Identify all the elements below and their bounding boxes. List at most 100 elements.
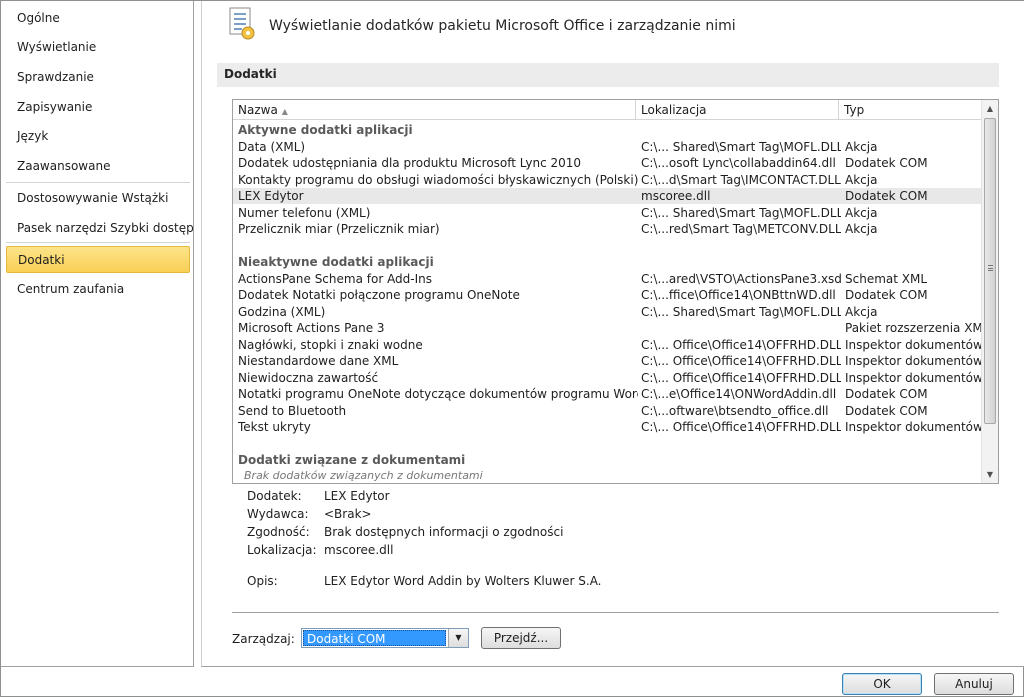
addin-type: Akcja — [845, 304, 878, 319]
detail-addin-value: LEX Edytor — [324, 489, 390, 503]
scroll-up-icon[interactable]: ▲ — [982, 100, 998, 117]
table-row[interactable]: Tekst ukryty C:\... Office\Office14\OFFR… — [233, 419, 981, 435]
nav-item-language[interactable]: Język — [6, 123, 190, 149]
addin-name: Dodatek udostępniania dla produktu Micro… — [238, 156, 582, 170]
detail-compat-value: Brak dostępnych informacji o zgodności — [324, 525, 564, 539]
addins-list[interactable]: Nazwa ▲ Lokalizacja Typ Aktywne dodatki a… — [232, 99, 999, 484]
nav-item-advanced[interactable]: Zaawansowane — [6, 153, 190, 179]
addin-name: Tekst ukryty — [238, 420, 311, 434]
empty-document-addins-note: Brak dodatków związanych z dokumentami — [244, 469, 483, 482]
addin-location: C:\...ffice\Office14\ONBttnWD.dll — [641, 288, 836, 302]
addin-location: C:\... Office\Office14\OFFRHD.DLL — [641, 420, 841, 434]
nav-item-quick-access-toolbar[interactable]: Pasek narzędzi Szybki dostęp — [6, 215, 194, 241]
nav-item-display[interactable]: Wyświetlanie — [6, 34, 190, 60]
table-row[interactable]: Niestandardowe dane XML C:\... Office\Of… — [233, 353, 981, 369]
group-active-addins: Aktywne dodatki aplikacji — [238, 123, 413, 137]
nav-item-customize-ribbon[interactable]: Dostosowywanie Wstążki — [6, 185, 190, 211]
addin-name: Send to Bluetooth — [238, 403, 347, 418]
detail-location-label: Lokalizacja: — [247, 543, 317, 557]
addin-location: C:\...e\Office14\ONWordAddin.dll — [641, 387, 837, 401]
table-row[interactable]: Godzina (XML) C:\... Shared\Smart Tag\MO… — [233, 304, 981, 320]
addin-type: Inspektor dokumentów — [845, 370, 981, 385]
addin-type: Pakiet rozszerzenia XML — [845, 321, 985, 335]
column-header-location[interactable]: Lokalizacja — [636, 100, 839, 120]
scrollbar-thumb[interactable] — [984, 118, 996, 424]
addin-location: C:\...red\Smart Tag\METCONV.DLL — [641, 222, 841, 236]
page-title: Wyświetlanie dodatków pakietu Microsoft … — [269, 18, 736, 34]
options-nav: Ogólne Wyświetlanie Sprawdzanie Zapisywa… — [1, 1, 194, 667]
table-row[interactable]: Dodatek Notatki połączone programu OneNo… — [233, 287, 981, 303]
addin-type: Akcja — [845, 205, 878, 220]
nav-item-trust-center[interactable]: Centrum zaufania — [6, 276, 190, 302]
addin-type: Dodatek COM — [845, 189, 928, 203]
list-scrollbar[interactable]: ▲ ▼ — [981, 100, 998, 483]
go-button[interactable]: Przejdź... — [481, 627, 561, 649]
table-row[interactable]: Notatki programu OneNote dotyczące dokum… — [233, 386, 981, 402]
addin-name: ActionsPane Schema for Add-Ins — [238, 271, 433, 286]
nav-divider — [6, 182, 190, 183]
manage-dropdown[interactable]: Dodatki COM ▼ — [301, 628, 469, 648]
addin-name: Przelicznik miar (Przelicznik miar) — [238, 222, 440, 236]
addin-type: Dodatek COM — [845, 288, 928, 302]
list-header: Nazwa ▲ Lokalizacja Typ — [233, 100, 981, 120]
table-row[interactable]: Microsoft Actions Pane 3 Pakiet rozszerz… — [233, 320, 985, 336]
table-row[interactable]: Kontakty programu do obsługi wiadomości … — [233, 172, 981, 188]
addin-type: Schemat XML — [845, 271, 928, 286]
addin-location: C:\... Shared\Smart Tag\MOFL.DLL — [641, 304, 841, 319]
detail-description-value: LEX Edytor Word Addin by Wolters Kluwer … — [324, 574, 602, 588]
addins-pane: Wyświetlanie dodatków pakietu Microsoft … — [201, 1, 1024, 667]
table-row[interactable]: Dodatek udostępniania dla produktu Micro… — [233, 155, 981, 171]
table-row[interactable]: Data (XML) C:\... Shared\Smart Tag\MOFL.… — [233, 139, 981, 155]
divider — [232, 612, 999, 613]
table-row-selected[interactable]: LEX Edytor mscoree.dll Dodatek COM — [233, 188, 981, 205]
addin-name: Niewidoczna zawartość — [238, 370, 379, 385]
addin-type: Akcja — [845, 139, 878, 154]
chevron-down-icon[interactable]: ▼ — [448, 629, 468, 647]
addin-name: Dodatek Notatki połączone programu OneNo… — [238, 288, 520, 302]
column-header-name-label: Nazwa — [238, 103, 278, 117]
addin-type: Akcja — [845, 172, 878, 187]
table-row[interactable]: Numer telefonu (XML) C:\... Shared\Smart… — [233, 205, 981, 221]
column-header-name[interactable]: Nazwa ▲ — [233, 100, 636, 120]
addin-location: C:\...ared\VSTO\ActionsPane3.xsd — [641, 271, 841, 286]
addin-location: C:\...oftware\btsendto_office.dll — [641, 403, 829, 418]
addin-name: Data (XML) — [238, 139, 306, 154]
table-row[interactable]: Niewidoczna zawartość C:\... Office\Offi… — [233, 370, 981, 386]
scroll-down-icon[interactable]: ▼ — [982, 466, 998, 483]
addin-type: Inspektor dokumentów — [845, 420, 981, 434]
cancel-button[interactable]: Anuluj — [934, 673, 1014, 695]
nav-item-general[interactable]: Ogólne — [6, 5, 190, 31]
grip-icon — [988, 265, 993, 271]
addin-location: mscoree.dll — [641, 189, 711, 203]
addin-location: C:\... Office\Office14\OFFRHD.DLL — [641, 337, 841, 352]
group-document-addins: Dodatki związane z dokumentami — [238, 453, 466, 467]
addin-location: C:\...d\Smart Tag\IMCONTACT.DLL — [641, 172, 841, 187]
detail-addin-label: Dodatek: — [247, 489, 302, 503]
table-row[interactable]: Send to Bluetooth C:\...oftware\btsendto… — [233, 403, 981, 419]
nav-item-addins[interactable]: Dodatki — [6, 246, 190, 273]
detail-compat-label: Zgodność: — [247, 525, 310, 539]
addin-type: Inspektor dokumentów — [845, 354, 981, 368]
table-row[interactable]: ActionsPane Schema for Add-Ins C:\...are… — [233, 271, 981, 287]
table-row[interactable]: Przelicznik miar (Przelicznik miar) C:\.… — [233, 221, 981, 237]
addin-type: Dodatek COM — [845, 387, 928, 401]
addin-type: Dodatek COM — [845, 403, 928, 418]
addin-location: C:\... Office\Office14\OFFRHD.DLL — [641, 370, 841, 385]
addin-name: Niestandardowe dane XML — [238, 354, 399, 368]
addin-name: Notatki programu OneNote dotyczące dokum… — [238, 387, 638, 401]
addin-name: Godzina (XML) — [238, 304, 326, 319]
addin-type: Dodatek COM — [845, 156, 928, 170]
nav-item-save[interactable]: Zapisywanie — [6, 94, 190, 120]
nav-divider — [6, 242, 190, 243]
addins-list-icon — [227, 6, 259, 42]
manage-dropdown-value: Dodatki COM — [303, 630, 446, 646]
column-header-type[interactable]: Typ — [839, 100, 981, 120]
detail-description-label: Opis: — [247, 574, 278, 588]
addin-location: C:\... Shared\Smart Tag\MOFL.DLL — [641, 139, 841, 154]
table-row[interactable]: Nagłówki, stopki i znaki wodne C:\... Of… — [233, 337, 981, 353]
addin-type: Akcja — [845, 222, 878, 236]
addin-location: C:\... Shared\Smart Tag\MOFL.DLL — [641, 205, 841, 220]
addin-name: Kontakty programu do obsługi wiadomości … — [238, 172, 638, 187]
ok-button[interactable]: OK — [842, 673, 922, 695]
nav-item-proofing[interactable]: Sprawdzanie — [6, 64, 190, 90]
